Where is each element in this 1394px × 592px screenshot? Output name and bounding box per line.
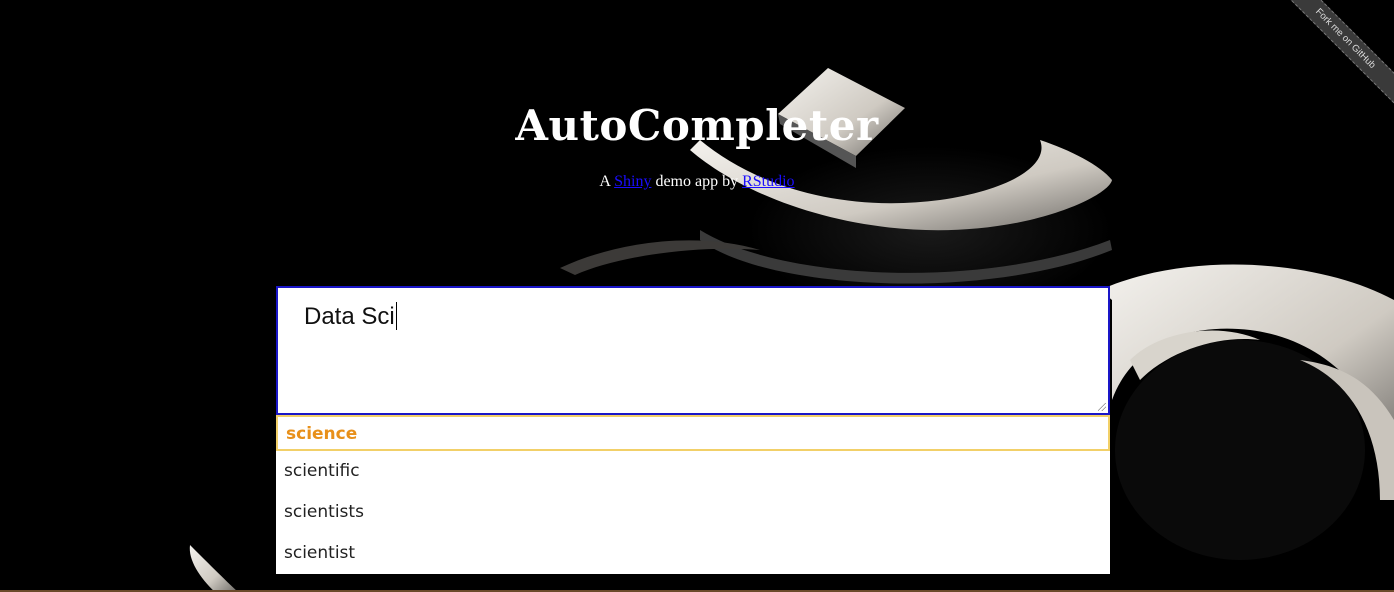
subtitle-prefix: A bbox=[599, 173, 611, 190]
autocomplete-widget: Data Sci science scientific scientists s… bbox=[276, 286, 1110, 574]
page-subtitle: A Shiny demo app by RStudio bbox=[0, 172, 1394, 192]
rstudio-link[interactable]: RStudio bbox=[742, 173, 794, 190]
subtitle-middle: demo app by bbox=[655, 173, 739, 190]
fork-me-ribbon[interactable]: Fork me on GitHub bbox=[1270, 0, 1394, 114]
suggestion-item[interactable]: scientist bbox=[276, 533, 1110, 574]
suggestion-item-active[interactable]: science bbox=[276, 415, 1110, 451]
page-header: AutoCompleter A Shiny demo app by RStudi… bbox=[0, 98, 1394, 192]
app-root: AutoCompleter A Shiny demo app by RStudi… bbox=[0, 0, 1394, 592]
suggestion-item[interactable]: scientific bbox=[276, 451, 1110, 492]
shiny-link[interactable]: Shiny bbox=[614, 173, 651, 190]
text-cursor bbox=[395, 302, 397, 330]
suggestion-item[interactable]: scientists bbox=[276, 492, 1110, 533]
resize-handle-icon[interactable] bbox=[1098, 403, 1106, 411]
text-input[interactable]: Data Sci bbox=[276, 286, 1110, 415]
suggestion-list: science scientific scientists scientist bbox=[276, 415, 1110, 574]
page-title: AutoCompleter bbox=[515, 101, 879, 150]
text-input-value: Data Sci bbox=[304, 303, 395, 330]
